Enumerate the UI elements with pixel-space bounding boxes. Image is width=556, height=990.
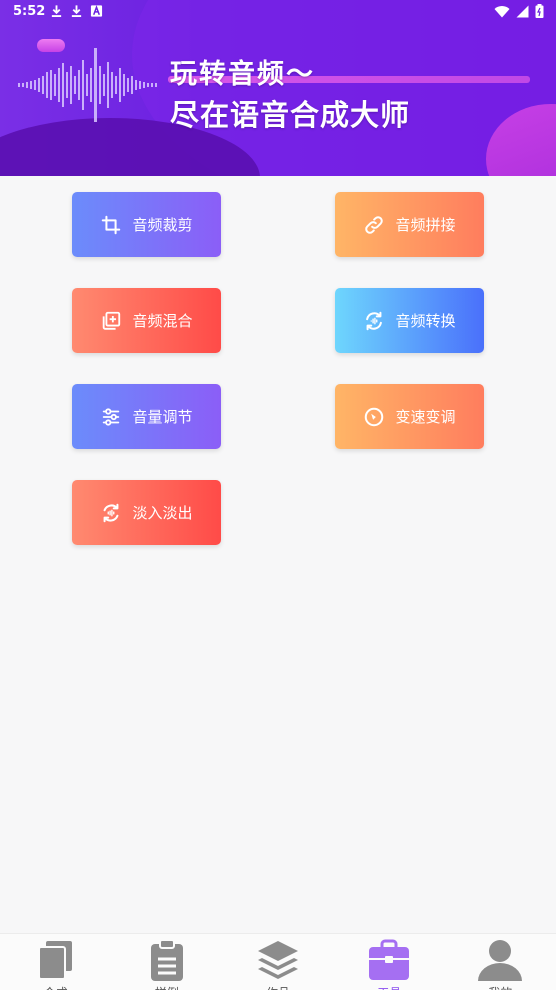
tool-audio-crop-button[interactable]: 音频裁剪 — [72, 192, 221, 257]
layers-icon — [258, 941, 298, 979]
tool-label: 音频混合 — [132, 312, 193, 330]
tool-fade-in-out-button[interactable]: 淡入淡出 — [72, 480, 221, 545]
nav-label: 我的 — [488, 984, 512, 990]
nav-item-works[interactable]: 作品 — [222, 934, 333, 990]
tool-label: 音频转换 — [395, 312, 456, 330]
clipboard-icon — [150, 939, 183, 981]
nav-item-tools[interactable]: 工具 — [334, 934, 445, 990]
banner-slogan-line1: 玩转音频～ — [170, 59, 315, 90]
banner-slogan-line2: 尽在语音合成大师 — [170, 98, 411, 132]
tool-audio-mix-button[interactable]: 音频混合 — [72, 288, 221, 353]
signal-icon — [516, 5, 529, 17]
download-icon — [71, 5, 82, 18]
status-bar: 5:52 — [0, 0, 556, 24]
app-notification-icon — [90, 5, 103, 17]
tool-label: 变速变调 — [395, 408, 456, 426]
tool-label: 音频拼接 — [395, 216, 456, 234]
nav-item-mine[interactable]: 我的 — [445, 934, 556, 990]
status-time: 5:52 — [13, 4, 46, 19]
download-icon — [51, 5, 62, 18]
nav-label: 合成 — [44, 984, 68, 990]
nav-item-synthesis[interactable]: 合成 — [0, 934, 111, 990]
tool-label: 音量调节 — [132, 408, 193, 426]
battery-icon — [535, 4, 544, 18]
speed-icon — [365, 407, 384, 426]
link-icon — [365, 215, 384, 234]
soundwave-graphic — [18, 48, 157, 122]
tool-speed-pitch-button[interactable]: 变速变调 — [335, 384, 484, 449]
status-icons — [494, 4, 544, 18]
tool-label: 音频裁剪 — [132, 216, 193, 234]
crop-icon — [102, 215, 121, 234]
toolbox-icon — [369, 939, 410, 980]
copy-icon — [37, 941, 72, 980]
nav-label: 工具 — [377, 984, 401, 990]
layers-plus-icon — [103, 311, 121, 330]
fade-icon — [104, 503, 119, 522]
nav-label: 样例 — [155, 984, 179, 990]
nav-label: 作品 — [266, 984, 290, 990]
banner: 5:52 玩转音频～ 尽在语音合成大师 — [0, 0, 556, 176]
sliders-icon — [103, 407, 120, 426]
person-icon — [478, 940, 523, 981]
nav-item-samples[interactable]: 样例 — [111, 934, 222, 990]
wifi-icon — [494, 5, 510, 18]
tool-label: 淡入淡出 — [132, 504, 193, 522]
tool-audio-convert-button[interactable]: 音频转换 — [335, 288, 484, 353]
tool-audio-join-button[interactable]: 音频拼接 — [335, 192, 484, 257]
bottom-nav: 合成 样例 作品 工具 我的 — [0, 933, 556, 990]
tool-volume-adjust-button[interactable]: 音量调节 — [72, 384, 221, 449]
convert-icon — [366, 311, 383, 330]
